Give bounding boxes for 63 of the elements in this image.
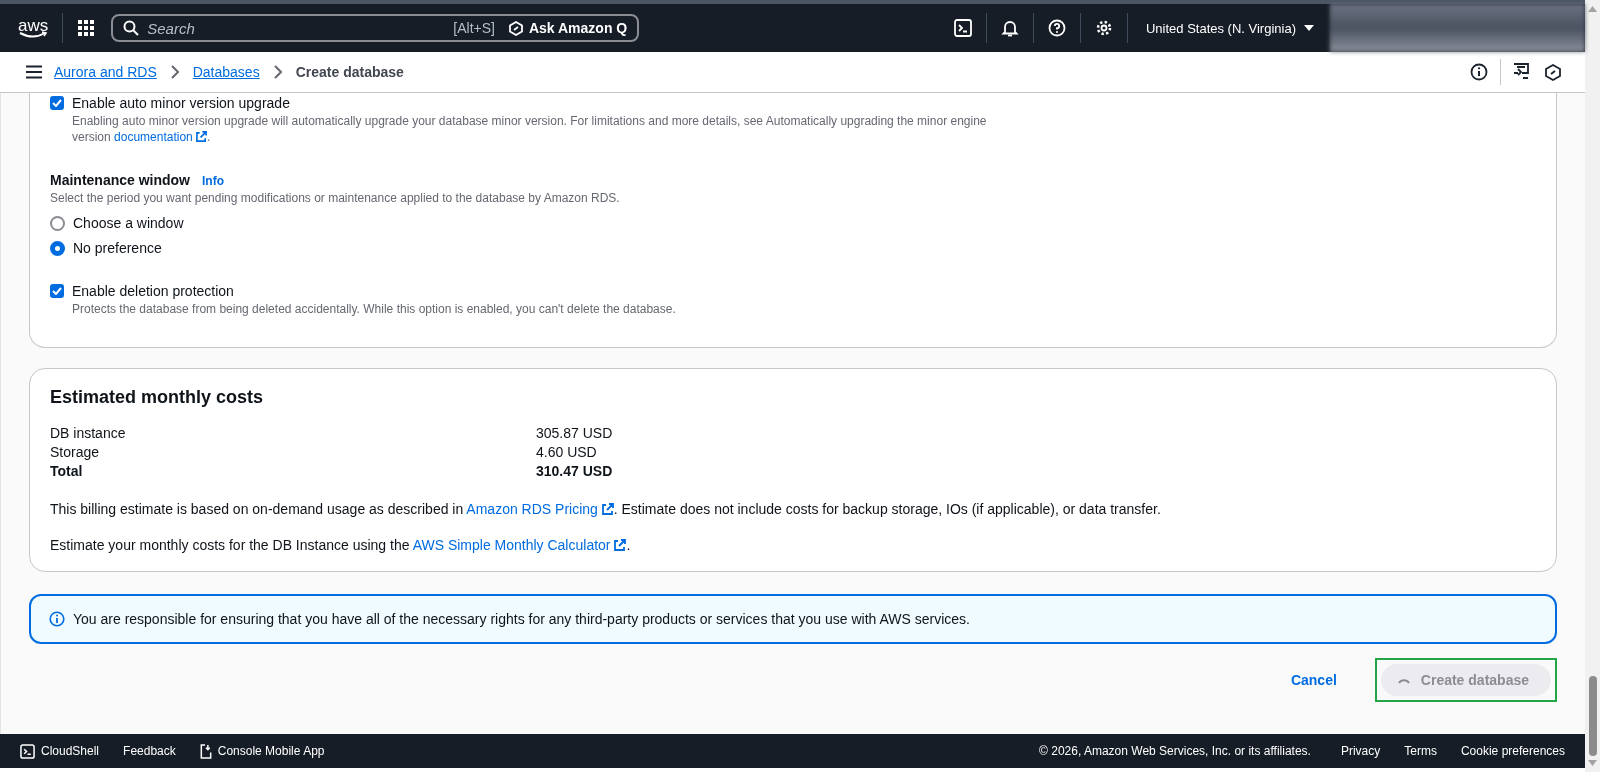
cost-value: 4.60 USD <box>536 443 598 462</box>
info-icon[interactable] <box>1470 63 1488 81</box>
footer-link[interactable]: CloudShell <box>20 743 100 759</box>
aws-logo[interactable]: aws <box>18 17 49 39</box>
description-text: Protects the database from being deleted accidentally. While this option is enabled, you can't delete the database. <box>71 301 677 317</box>
settings-icon[interactable] <box>1094 19 1113 37</box>
chevron-right-icon <box>273 65 282 79</box>
search-field[interactable]: Search [Alt+S] Ask Amazon Q <box>111 14 640 42</box>
footer-link[interactable]: Feedback <box>123 744 176 758</box>
info-link[interactable]: Info <box>202 174 224 188</box>
documentation-link[interactable]: documentation <box>114 130 208 144</box>
copyright-text: © 2026, Amazon Web Services, Inc. or its affiliates. <box>1039 744 1311 758</box>
region-dropdown[interactable]: United States (N. Virginia) <box>1141 20 1318 36</box>
cost-label: Total <box>50 462 84 481</box>
radio-label: Choose a window <box>73 215 184 231</box>
cost-value: 310.47 USD <box>536 462 614 481</box>
info-icon <box>49 611 65 627</box>
checkbox-label: Enable auto minor version upgrade <box>72 95 290 111</box>
footer-link[interactable]: Cookie preferences <box>1460 744 1565 758</box>
radio-button[interactable] <box>50 240 65 256</box>
caret-down-icon <box>1304 24 1314 32</box>
ask-assistant-button[interactable]: Ask Amazon Q <box>502 20 628 36</box>
cost-label: Storage <box>50 443 101 462</box>
scrollbar-thumb[interactable] <box>1588 676 1597 756</box>
breadcrumb-link[interactable]: Databases <box>192 64 260 80</box>
external-link[interactable]: Amazon RDS Pricing <box>466 501 614 517</box>
external-link[interactable]: AWS Simple Monthly Calculator <box>412 537 627 553</box>
footer-link[interactable]: Privacy <box>1340 744 1381 758</box>
search-icon <box>123 20 140 36</box>
menu-icon[interactable] <box>26 65 42 79</box>
spinner-icon <box>1396 676 1411 684</box>
checkbox[interactable] <box>50 96 64 110</box>
cancel-button[interactable]: Cancel <box>1284 671 1343 689</box>
scrollbar[interactable] <box>1585 0 1600 772</box>
external-link-icon <box>601 503 614 515</box>
section-heading: Estimated monthly costs <box>50 387 265 408</box>
radio-label: No preference <box>73 240 162 256</box>
radio-button[interactable] <box>50 215 65 231</box>
breadcrumb-current: Create database <box>295 64 404 80</box>
cost-label: DB instance <box>50 424 127 443</box>
chevron-right-icon <box>170 65 179 79</box>
app-grid-icon[interactable] <box>77 19 96 37</box>
field-label: Maintenance window <box>50 172 190 188</box>
terminal-icon[interactable] <box>953 19 972 37</box>
notifications-icon[interactable] <box>1000 19 1019 37</box>
external-link-icon <box>614 539 627 551</box>
breadcrumb-link[interactable]: Aurora and RDS <box>54 64 157 80</box>
cost-value: 305.87 USD <box>536 424 614 443</box>
terminal-icon <box>20 743 35 759</box>
note-text: This billing estimate is based on on-demand usage as described in Amazon RDS Pricing . Estimate does not include costs for backup storage, IOs (if applicable), or data transfer. <box>50 501 1162 517</box>
description-text: Select the period you want pending modifications or maintenance applied to the database by Amazon RDS. <box>50 190 621 206</box>
note-text: Estimate your monthly costs for the DB Instance using the AWS Simple Monthly Calculator . <box>50 537 632 553</box>
alert-text: You are responsible for ensuring that you have all of the necessary rights for any third-party products or services that you use with AWS services. <box>73 611 970 627</box>
footer-link[interactable]: Console Mobile App <box>199 743 325 759</box>
hexagon-icon[interactable] <box>1545 63 1561 81</box>
help-icon[interactable] <box>1047 19 1066 37</box>
checkbox-label: Enable deletion protection <box>72 283 234 299</box>
footer-link[interactable]: Terms <box>1404 744 1437 758</box>
shortcut-hint: [Alt+S] <box>453 20 495 36</box>
hexagon-icon <box>508 20 523 36</box>
external-link-icon <box>196 131 208 142</box>
checkbox[interactable] <box>50 284 64 298</box>
description-text: Enabling auto minor version upgrade will automatically upgrade your database minor version. For limitations and more details, see Automatically upgrading the minor engine version documentation . <box>71 113 988 145</box>
